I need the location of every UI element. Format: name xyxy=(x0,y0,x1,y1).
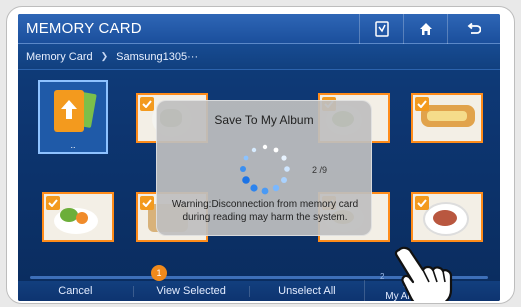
home-button[interactable] xyxy=(403,14,447,44)
save-progress-dialog: Save To My Album 2 /9 Warning:Disconnect… xyxy=(156,100,372,236)
page-title: MEMORY CARD xyxy=(26,20,142,37)
unselect-all-button[interactable]: Unselect All xyxy=(248,285,365,297)
checkbox-checked-icon xyxy=(46,196,60,210)
back-arrow-icon xyxy=(467,23,481,34)
photo-thumbnail[interactable] xyxy=(411,192,483,242)
pointing-hand-icon xyxy=(394,246,453,301)
breadcrumb: Memory Card ❯ Samsung1305··· xyxy=(18,44,500,70)
photo-thumbnail[interactable] xyxy=(42,192,114,242)
checkbox-checked-icon xyxy=(415,196,429,210)
current-page-indicator[interactable]: 1 xyxy=(151,265,167,281)
gallery-button[interactable] xyxy=(359,14,403,44)
checkbox-checked-icon xyxy=(415,97,429,111)
chevron-right-icon: ❯ xyxy=(100,51,109,61)
view-selected-button[interactable]: View Selected xyxy=(132,285,249,297)
dialog-title: Save To My Album xyxy=(214,113,314,127)
folder-up-icon xyxy=(54,90,97,132)
warning-line-2: during reading may harm the system. xyxy=(182,212,348,223)
checkbox-checked-icon xyxy=(140,196,154,210)
breadcrumb-root[interactable]: Memory Card xyxy=(26,51,93,63)
back-button[interactable] xyxy=(447,14,500,44)
loading-spinner-icon xyxy=(240,144,290,195)
progress-count: 2 /9 xyxy=(312,165,328,175)
checkbox-checked-icon xyxy=(140,97,154,111)
warning-line-1: Warning:Disconnection from memory card xyxy=(171,199,359,210)
parent-folder-tile[interactable]: .. xyxy=(38,80,108,154)
cancel-button[interactable]: Cancel xyxy=(18,285,133,297)
title-bar: MEMORY CARD xyxy=(18,14,500,44)
warning-text: Warning:Disconnection from memory card d… xyxy=(163,198,367,224)
gallery-icon xyxy=(374,21,389,37)
folder-label: .. xyxy=(70,140,76,150)
home-icon xyxy=(419,23,432,35)
breadcrumb-folder[interactable]: Samsung1305··· xyxy=(116,51,198,63)
screen: MEMORY CARD Memory Card ❯ Samsung1305··· xyxy=(18,14,500,301)
photo-thumbnail[interactable] xyxy=(411,93,483,143)
